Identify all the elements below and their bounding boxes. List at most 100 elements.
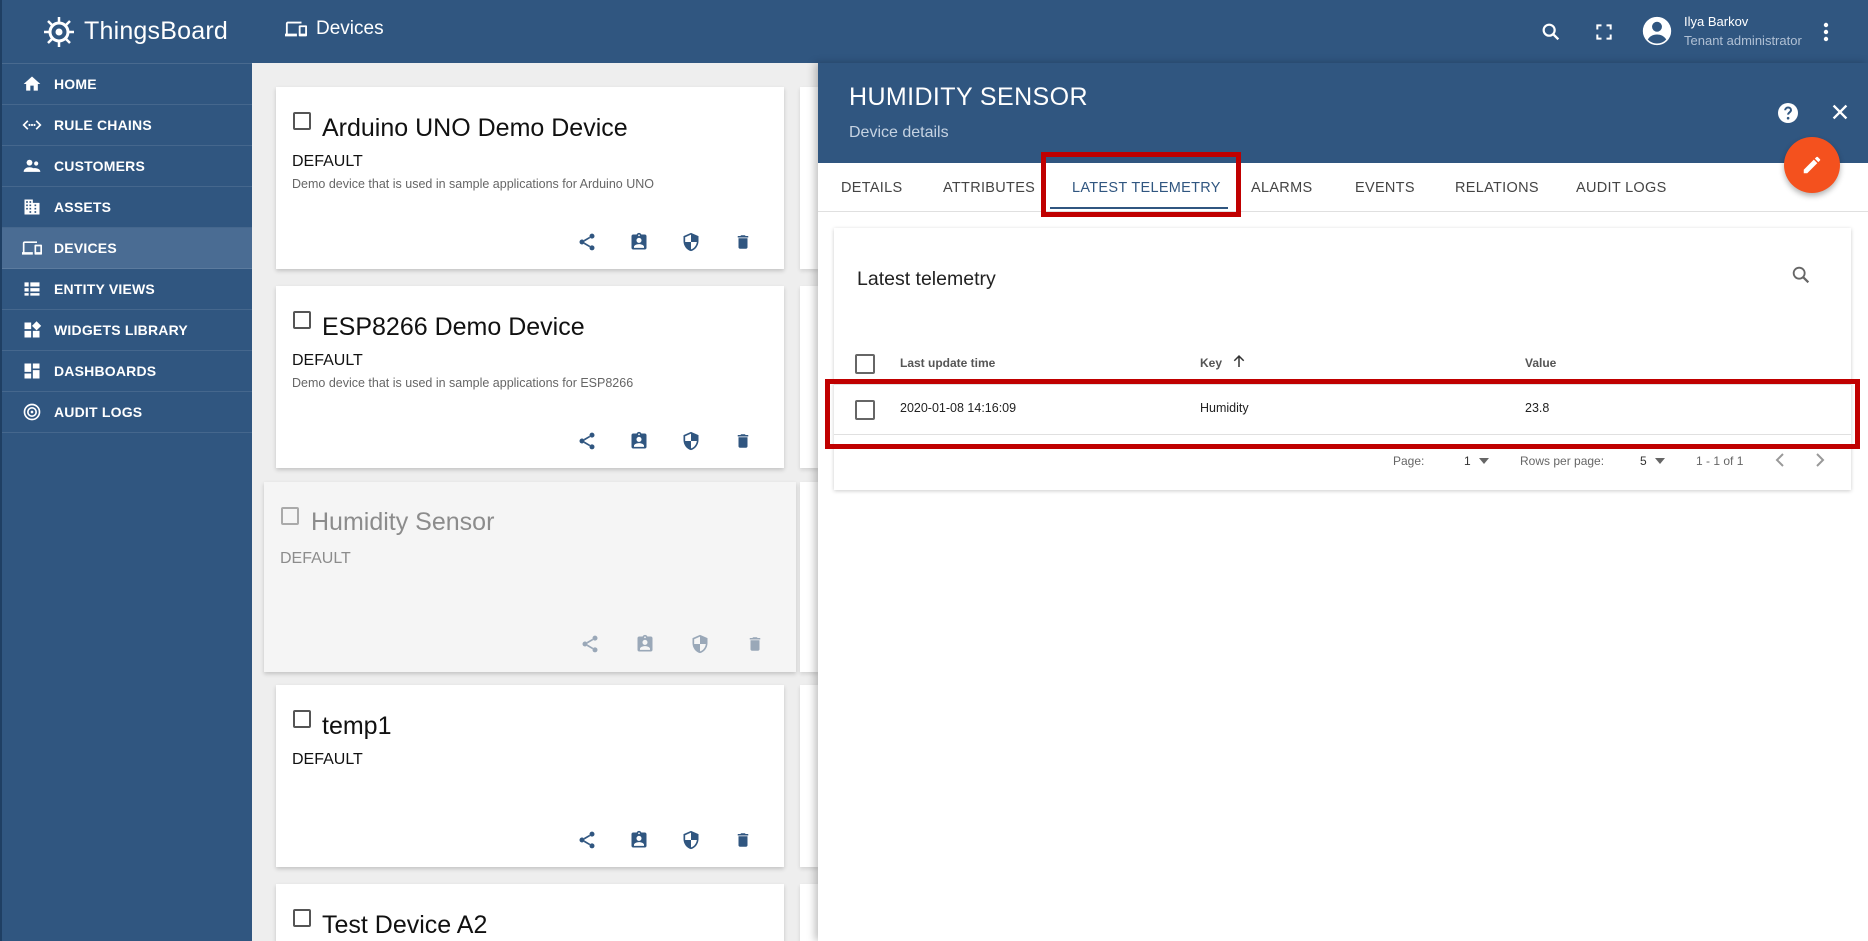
sidebar-item-entity-views[interactable]: ENTITY VIEWS	[2, 269, 252, 310]
assign-customer-icon[interactable]	[627, 429, 651, 453]
assign-customer-icon[interactable]	[633, 632, 657, 656]
tab-details[interactable]: DETAILS	[841, 163, 902, 212]
device-card[interactable]: Test Device A2	[276, 884, 784, 941]
sidebar-item-label: ENTITY VIEWS	[54, 281, 155, 297]
close-icon[interactable]	[1829, 101, 1851, 128]
tab-relations[interactable]: RELATIONS	[1455, 163, 1539, 212]
devices-icon	[20, 236, 44, 260]
latest-telemetry-table: Latest telemetry Last update time Key Va…	[825, 228, 1860, 490]
dropdown-arrow-icon	[1478, 458, 1489, 464]
sidebar-item-label: ASSETS	[54, 199, 112, 215]
sidebar-item-assets[interactable]: ASSETS	[2, 187, 252, 228]
device-card[interactable]: temp1 DEFAULT	[276, 685, 784, 867]
device-card-partial[interactable]	[800, 685, 818, 867]
tab-alarms[interactable]: ALARMS	[1251, 163, 1312, 212]
sidebar-item-audit-logs[interactable]: AUDIT LOGS	[2, 392, 252, 433]
device-card-selected[interactable]: Humidity Sensor DEFAULT	[264, 482, 796, 672]
tab-events[interactable]: EVENTS	[1355, 163, 1415, 212]
highlight-box-tab	[1041, 152, 1241, 217]
sidebar: ThingsBoard HOME RULE CHAINS CUSTOMERS A…	[0, 0, 252, 941]
sidebar-item-devices[interactable]: DEVICES	[2, 228, 252, 269]
column-header-last-update-time[interactable]: Last update time	[900, 356, 995, 370]
delete-icon[interactable]	[731, 429, 755, 453]
share-icon[interactable]	[575, 828, 599, 852]
select-all-checkbox[interactable]	[855, 354, 875, 374]
sidebar-item-rule-chains[interactable]: RULE CHAINS	[2, 105, 252, 146]
page-select-value: 1	[1464, 454, 1471, 468]
panel-tabs: DETAILS ATTRIBUTES LATEST TELEMETRY ALAR…	[818, 163, 1868, 212]
delete-icon[interactable]	[743, 632, 767, 656]
delete-icon[interactable]	[731, 230, 755, 254]
thingsboard-logo-icon	[44, 16, 74, 47]
user-role: Tenant administrator	[1684, 33, 1802, 48]
rows-per-page-select[interactable]: 5	[1640, 454, 1665, 468]
assign-customer-icon[interactable]	[627, 828, 651, 852]
panel-subtitle: Device details	[849, 124, 949, 141]
device-type: DEFAULT	[292, 751, 363, 768]
customers-icon	[20, 154, 44, 178]
tab-attributes[interactable]: ATTRIBUTES	[943, 163, 1035, 212]
device-card-partial[interactable]	[800, 87, 818, 269]
widgets-library-icon	[20, 318, 44, 342]
share-icon[interactable]	[578, 632, 602, 656]
device-name: Humidity Sensor	[311, 508, 495, 536]
device-card[interactable]: ESP8266 Demo Device DEFAULT Demo device …	[276, 286, 784, 468]
dashboards-icon	[20, 359, 44, 383]
logo[interactable]: ThingsBoard	[2, 0, 252, 63]
credentials-shield-icon[interactable]	[679, 230, 703, 254]
table-title: Latest telemetry	[857, 268, 996, 290]
device-name: Arduino UNO Demo Device	[322, 114, 628, 142]
device-card-partial[interactable]	[800, 286, 818, 468]
device-type: DEFAULT	[280, 550, 351, 567]
help-icon[interactable]	[1776, 101, 1800, 130]
panel-header: HUMIDITY SENSOR Device details	[818, 63, 1868, 163]
device-type: DEFAULT	[292, 153, 363, 170]
device-card-partial[interactable]	[800, 884, 818, 941]
card-checkbox[interactable]	[281, 507, 299, 525]
card-checkbox[interactable]	[293, 710, 311, 728]
card-checkbox[interactable]	[293, 112, 311, 130]
device-card-partial[interactable]	[800, 482, 818, 672]
device-card[interactable]: Arduino UNO Demo Device DEFAULT Demo dev…	[276, 87, 784, 269]
sidebar-item-home[interactable]: HOME	[2, 64, 252, 105]
previous-page-icon[interactable]	[1768, 448, 1792, 472]
credentials-shield-icon[interactable]	[679, 828, 703, 852]
device-details-panel: HUMIDITY SENSOR Device details DETAILS A…	[818, 63, 1868, 941]
home-icon	[20, 72, 44, 96]
page-select[interactable]: 1	[1464, 454, 1489, 468]
more-vert-icon[interactable]	[1812, 18, 1840, 46]
sidebar-item-dashboards[interactable]: DASHBOARDS	[2, 351, 252, 392]
card-checkbox[interactable]	[293, 909, 311, 927]
audit-logs-icon	[20, 400, 44, 424]
share-icon[interactable]	[575, 230, 599, 254]
app-name: ThingsBoard	[84, 17, 228, 45]
sidebar-item-widgets-library[interactable]: WIDGETS LIBRARY	[2, 310, 252, 351]
assign-customer-icon[interactable]	[627, 230, 651, 254]
user-menu[interactable]: Ilya Barkov Tenant administrator	[1640, 12, 1802, 50]
dropdown-arrow-icon	[1654, 458, 1665, 464]
card-checkbox[interactable]	[293, 311, 311, 329]
delete-icon[interactable]	[731, 828, 755, 852]
column-header-key[interactable]: Key	[1200, 355, 1248, 370]
credentials-shield-icon[interactable]	[679, 429, 703, 453]
share-icon[interactable]	[575, 429, 599, 453]
device-description: Demo device that is used in sample appli…	[292, 376, 634, 390]
search-icon[interactable]	[1537, 18, 1565, 46]
fullscreen-icon[interactable]	[1590, 18, 1618, 46]
sidebar-item-label: DASHBOARDS	[54, 363, 157, 379]
search-icon[interactable]	[1790, 264, 1812, 291]
column-header-key-label: Key	[1200, 356, 1223, 370]
sidebar-item-customers[interactable]: CUSTOMERS	[2, 146, 252, 187]
sidebar-item-label: CUSTOMERS	[54, 158, 145, 174]
rule-chains-icon	[20, 113, 44, 137]
credentials-shield-icon[interactable]	[688, 632, 712, 656]
entity-views-icon	[20, 277, 44, 301]
sidebar-item-label: RULE CHAINS	[54, 117, 152, 133]
breadcrumb[interactable]: Devices	[284, 18, 384, 40]
next-page-icon[interactable]	[1808, 448, 1832, 472]
range-label: 1 - 1 of 1	[1696, 454, 1744, 468]
tab-audit-logs[interactable]: AUDIT LOGS	[1576, 163, 1667, 212]
sidebar-item-label: AUDIT LOGS	[54, 404, 143, 420]
top-toolbar: Devices Ilya Barkov Tenant administrator	[252, 0, 1868, 63]
column-header-value[interactable]: Value	[1525, 356, 1556, 370]
